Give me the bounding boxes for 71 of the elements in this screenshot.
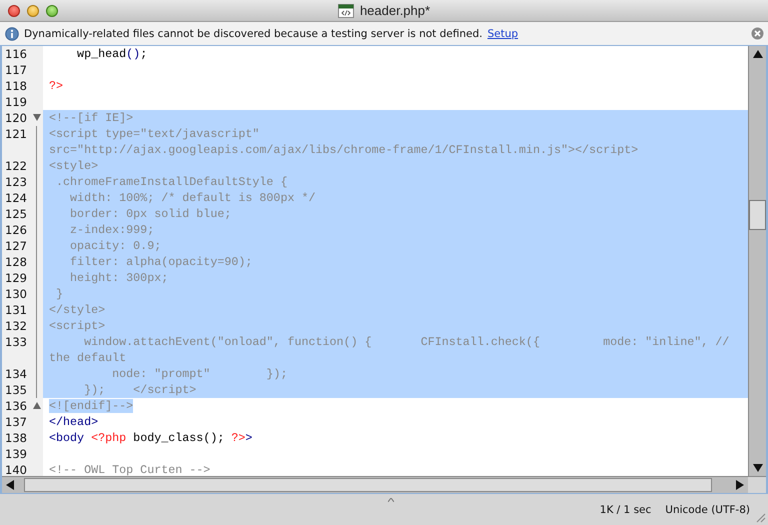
code-line: border: 0px solid blue;	[69, 206, 232, 222]
download-time: 1K / 1 sec	[600, 504, 652, 516]
scroll-thumb[interactable]	[749, 200, 766, 230]
splitter-handle-icon[interactable]	[388, 498, 394, 502]
code-line: wp_head();	[76, 46, 148, 62]
code-line: node: "prompt" });	[111, 366, 288, 382]
close-button[interactable]	[8, 4, 20, 16]
code-line: .chromeFrameInstallDefaultStyle {	[55, 174, 288, 190]
code-line: <script type="text/javascript"	[49, 126, 260, 142]
scroll-down-icon[interactable]	[752, 464, 762, 472]
fold-icon[interactable]	[33, 114, 41, 121]
line-number: 116	[4, 47, 27, 61]
line-number: 122	[4, 159, 27, 173]
fold-icon[interactable]	[33, 402, 41, 409]
line-number: 127	[4, 239, 27, 253]
code-line: the default	[49, 350, 126, 366]
minimize-button[interactable]	[27, 4, 39, 16]
line-number: 133	[4, 335, 27, 349]
info-icon	[5, 26, 19, 40]
line-number: 131	[4, 303, 27, 317]
horizontal-scroll-thumb[interactable]	[24, 478, 712, 492]
code-line: <style>	[49, 158, 98, 174]
encoding-label: Unicode (UTF-8)	[665, 504, 750, 516]
code-line: <!-- OWL Top Curten -->	[49, 462, 210, 476]
line-number: 129	[4, 271, 27, 285]
line-number: 123	[4, 175, 27, 189]
line-number: 137	[4, 415, 27, 429]
scroll-up-icon[interactable]	[752, 50, 762, 58]
line-number: 125	[4, 207, 27, 221]
zoom-button[interactable]	[46, 4, 58, 16]
resize-grip-icon[interactable]	[755, 512, 766, 523]
line-number: 124	[4, 191, 27, 205]
code-line: window.attachEvent("onload", function() { CFInstall.check({ mode: "inline", //	[83, 334, 730, 350]
code-line: <body <?php body_class(); ?>>	[49, 430, 252, 446]
code-line: <!--[if IE]>	[49, 110, 134, 126]
file-icon	[338, 4, 354, 18]
line-number: 128	[4, 255, 27, 269]
line-number: 132	[4, 319, 27, 333]
line-number: 135	[4, 383, 27, 397]
setup-link[interactable]: Setup	[487, 28, 518, 40]
line-number: 121	[4, 127, 27, 141]
code-line: z-index:999;	[69, 222, 154, 238]
code-line: </head>	[49, 414, 98, 430]
line-number: 139	[4, 447, 27, 461]
line-number: 120	[4, 111, 27, 125]
code-line: ?>	[49, 78, 64, 94]
window-title: header.php*	[360, 3, 430, 18]
code-line: </style>	[49, 302, 106, 318]
code-line: width: 100%; /* default is 800px */	[69, 190, 316, 206]
code-line: }); </script>	[83, 382, 196, 398]
code-line: }	[55, 286, 64, 302]
scroll-right-icon[interactable]	[736, 480, 744, 490]
info-message: Dynamically-related files cannot be discovered because a testing server is not defined.	[24, 28, 482, 40]
line-number: 126	[4, 223, 27, 237]
line-number: 134	[4, 367, 27, 381]
line-number: 140	[4, 463, 27, 476]
vertical-scrollbar[interactable]	[748, 46, 766, 476]
line-number: 119	[4, 95, 27, 109]
line-number: 138	[4, 431, 27, 445]
code-line: opacity: 0.9;	[69, 238, 162, 254]
line-number: 136	[4, 399, 27, 413]
close-icon[interactable]	[751, 27, 764, 40]
code-line: filter: alpha(opacity=90);	[69, 254, 252, 270]
scroll-left-icon[interactable]	[6, 480, 14, 490]
code-line: <script>	[49, 318, 106, 334]
code-line: height: 300px;	[69, 270, 168, 286]
line-number: 118	[4, 79, 27, 93]
horizontal-scrollbar[interactable]	[2, 476, 766, 493]
line-number: 130	[4, 287, 27, 301]
line-number: 117	[4, 63, 27, 77]
code-line: src="http://ajax.googleapis.com/ajax/libs/chrome-frame/1/CFInstall.min.js"></script>	[49, 142, 638, 158]
